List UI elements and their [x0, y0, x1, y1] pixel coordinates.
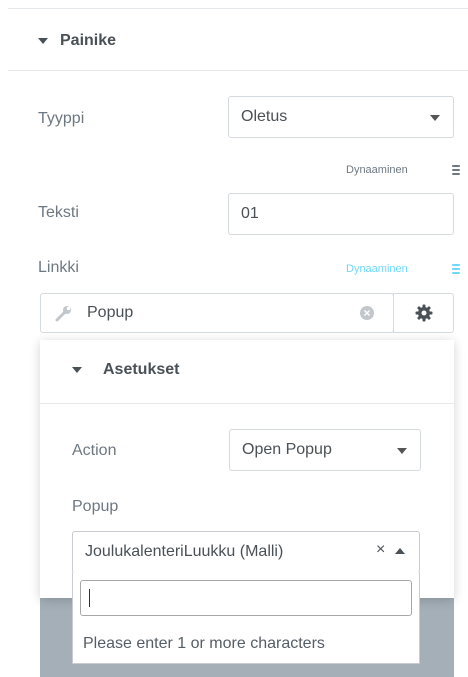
panel-title[interactable]: Asetukset	[103, 361, 179, 379]
type-select[interactable]: Oletus	[228, 96, 454, 138]
database-icon[interactable]	[452, 165, 460, 175]
type-dynamic-label[interactable]: Dynaaminen	[346, 164, 408, 176]
type-value: Oletus	[241, 108, 288, 125]
popup-clear-icon[interactable]: ×	[376, 541, 385, 559]
caret-down-icon[interactable]	[72, 367, 82, 373]
gear-icon	[415, 304, 433, 322]
action-label: Action	[72, 442, 117, 459]
popup-label: Popup	[72, 498, 119, 515]
popup-value: JoulukalenteriLuukku (Malli)	[85, 543, 284, 560]
gear-button[interactable]	[393, 293, 454, 333]
popup-search-hint: Please enter 1 or more characters	[83, 635, 325, 652]
link-field[interactable]: Popup	[40, 293, 394, 333]
link-dynamic-label[interactable]: Dynaaminen	[346, 263, 408, 275]
popup-dropdown: Please enter 1 or more characters	[72, 572, 420, 664]
clear-circle-icon[interactable]	[360, 306, 374, 320]
caret-down-icon[interactable]	[38, 38, 48, 44]
action-value: Open Popup	[242, 441, 332, 458]
panel-divider	[40, 403, 454, 404]
chevron-down-icon	[397, 448, 407, 454]
database-icon[interactable]	[452, 264, 460, 274]
chevron-up-icon[interactable]	[395, 548, 405, 554]
section-title[interactable]: Painike	[60, 32, 116, 50]
popup-search-input[interactable]	[80, 580, 412, 616]
text-input[interactable]: 01	[228, 193, 454, 235]
section-divider	[8, 70, 468, 71]
chevron-down-icon	[430, 115, 440, 121]
type-label: Tyyppi	[38, 110, 85, 127]
text-label: Teksti	[38, 204, 79, 221]
text-cursor	[89, 589, 90, 607]
action-select[interactable]: Open Popup	[229, 429, 421, 471]
text-value: 01	[241, 205, 259, 222]
wrench-icon	[55, 306, 71, 322]
popup-select[interactable]: JoulukalenteriLuukku (Malli)	[72, 531, 420, 573]
top-divider	[8, 8, 468, 9]
link-value: Popup	[87, 304, 134, 321]
link-settings-panel: Asetukset Action Open Popup Popup Jouluk…	[40, 340, 454, 598]
link-label: Linkki	[38, 259, 79, 276]
